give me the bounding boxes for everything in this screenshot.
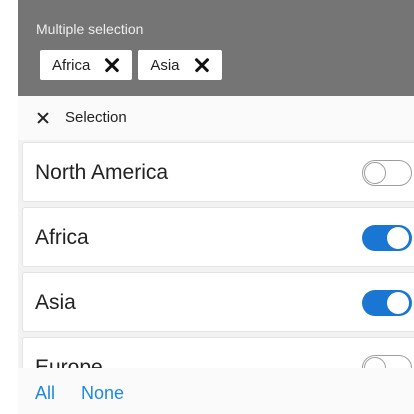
header-label: Multiple selection bbox=[36, 21, 144, 37]
selection-bar: Selection bbox=[18, 96, 414, 140]
toggle-knob bbox=[387, 227, 409, 249]
list-item-label: Europe bbox=[35, 356, 103, 368]
chip-label: Africa bbox=[52, 56, 91, 74]
header: Multiple selection Africa Asia bbox=[18, 0, 414, 96]
toggle-switch[interactable] bbox=[362, 355, 412, 368]
toggle-switch[interactable] bbox=[362, 225, 412, 251]
close-icon[interactable] bbox=[104, 57, 120, 73]
list-item-asia[interactable]: Asia bbox=[22, 272, 414, 332]
footer: All None bbox=[18, 368, 414, 414]
close-icon[interactable] bbox=[37, 112, 49, 124]
close-icon[interactable] bbox=[194, 57, 210, 73]
list-item-label: Africa bbox=[35, 226, 89, 249]
select-none-link[interactable]: None bbox=[81, 383, 124, 404]
chip-africa: Africa bbox=[40, 50, 133, 80]
toggle-switch[interactable] bbox=[362, 160, 412, 186]
list-item-africa[interactable]: Africa bbox=[22, 207, 414, 267]
toggle-knob bbox=[364, 161, 386, 184]
chip-label: Asia bbox=[150, 56, 180, 74]
option-list[interactable]: North America Africa Asia Europe bbox=[18, 140, 414, 368]
list-item-north-america[interactable]: North America bbox=[22, 142, 414, 202]
chip-asia: Asia bbox=[138, 50, 222, 80]
list-item-europe[interactable]: Europe bbox=[22, 337, 414, 368]
selection-label: Selection bbox=[65, 109, 127, 126]
list-item-label: North America bbox=[35, 161, 169, 184]
toggle-knob bbox=[364, 356, 386, 368]
multi-select-dialog: Multiple selection Africa Asia Selection… bbox=[18, 0, 414, 414]
select-all-link[interactable]: All bbox=[35, 383, 55, 404]
chip-row: Africa Asia bbox=[40, 50, 222, 80]
toggle-switch[interactable] bbox=[362, 290, 412, 316]
toggle-knob bbox=[387, 292, 409, 314]
list-item-label: Asia bbox=[35, 291, 76, 314]
